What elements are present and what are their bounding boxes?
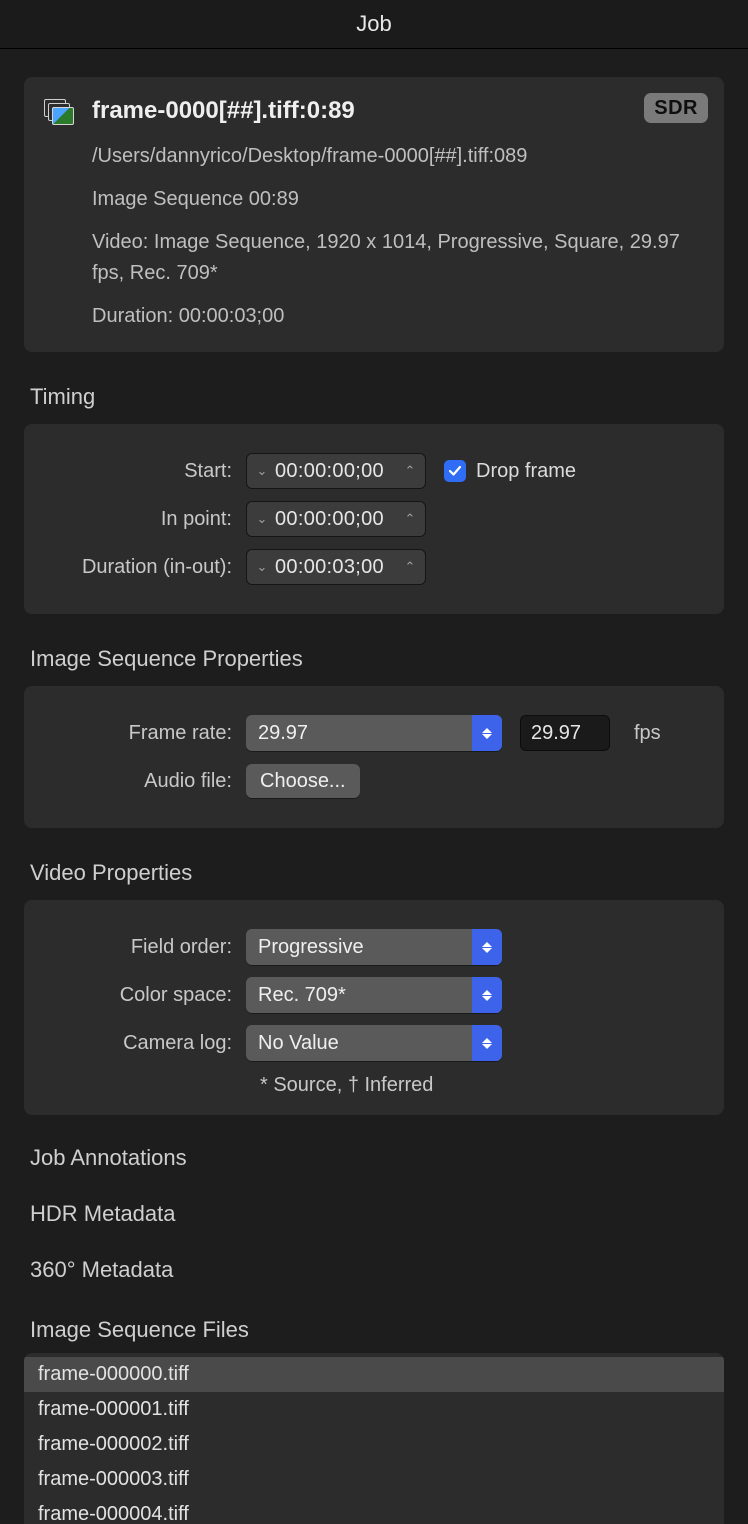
inpoint-stepper[interactable]: ⌄ 00:00:00;00 ⌃ <box>246 501 426 537</box>
hdr-metadata-heading[interactable]: HDR Metadata <box>30 1201 724 1227</box>
start-label: Start: <box>44 460 246 483</box>
job-name: frame-0000[##].tiff:0:89 <box>92 97 355 125</box>
image-sequence-files-list: frame-000000.tiff frame-000001.tiff fram… <box>24 1353 724 1524</box>
framerate-unit: fps <box>634 722 661 745</box>
image-sequence-icon <box>44 99 74 125</box>
colorspace-value: Rec. 709* <box>246 984 472 1007</box>
file-row[interactable]: frame-000000.tiff <box>24 1357 724 1392</box>
cameralog-label: Camera log: <box>44 1032 246 1055</box>
drop-frame-checkbox[interactable]: Drop frame <box>444 460 576 483</box>
stepper-decrement-icon[interactable]: ⌄ <box>255 559 269 575</box>
select-caret-icon <box>472 1025 502 1061</box>
cameralog-value: No Value <box>246 1032 472 1055</box>
duration-value: 00:00:03;00 <box>269 556 403 579</box>
framerate-select-value: 29.97 <box>246 722 472 745</box>
framerate-select[interactable]: 29.97 <box>246 715 502 751</box>
file-row[interactable]: frame-000003.tiff <box>24 1462 724 1497</box>
threesixty-metadata-heading[interactable]: 360° Metadata <box>30 1257 724 1283</box>
stepper-decrement-icon[interactable]: ⌄ <box>255 511 269 527</box>
drop-frame-label: Drop frame <box>476 460 576 483</box>
duration-stepper[interactable]: ⌄ 00:00:03;00 ⌃ <box>246 549 426 585</box>
job-duration: Duration: 00:00:03;00 <box>92 301 704 332</box>
select-caret-icon <box>472 929 502 965</box>
inpoint-value: 00:00:00;00 <box>269 508 403 531</box>
start-time-value: 00:00:00;00 <box>269 460 403 483</box>
fieldorder-select[interactable]: Progressive <box>246 929 502 965</box>
inpoint-label: In point: <box>44 508 246 531</box>
colorspace-label: Color space: <box>44 984 246 1007</box>
checkbox-checked-icon <box>444 460 466 482</box>
duration-label: Duration (in-out): <box>44 556 246 579</box>
stepper-increment-icon[interactable]: ⌃ <box>403 511 417 527</box>
image-sequence-properties-heading: Image Sequence Properties <box>30 646 724 672</box>
stepper-increment-icon[interactable]: ⌃ <box>403 559 417 575</box>
framerate-label: Frame rate: <box>44 722 246 745</box>
audiofile-label: Audio file: <box>44 770 246 793</box>
job-path: /Users/dannyrico/Desktop/frame-0000[##].… <box>92 141 704 172</box>
cameralog-select[interactable]: No Value <box>246 1025 502 1061</box>
job-sequence: Image Sequence 00:89 <box>92 184 704 215</box>
start-time-stepper[interactable]: ⌄ 00:00:00;00 ⌃ <box>246 453 426 489</box>
stepper-decrement-icon[interactable]: ⌄ <box>255 463 269 479</box>
framerate-input[interactable]: 29.97 <box>520 715 610 751</box>
window-title: Job <box>0 0 748 48</box>
video-properties-card: Field order: Progressive Color space: Re… <box>24 900 724 1115</box>
timing-heading: Timing <box>30 384 724 410</box>
select-caret-icon <box>472 977 502 1013</box>
job-video-details: Video: Image Sequence, 1920 x 1014, Prog… <box>92 227 704 289</box>
job-annotations-heading[interactable]: Job Annotations <box>30 1145 724 1171</box>
colorspace-select[interactable]: Rec. 709* <box>246 977 502 1013</box>
select-caret-icon <box>472 715 502 751</box>
file-row[interactable]: frame-000001.tiff <box>24 1392 724 1427</box>
image-sequence-card: Frame rate: 29.97 29.97 fps Audio file: … <box>24 686 724 828</box>
video-properties-heading: Video Properties <box>30 860 724 886</box>
sdr-badge: SDR <box>644 93 708 123</box>
choose-audio-button[interactable]: Choose... <box>246 764 360 798</box>
image-sequence-files-heading: Image Sequence Files <box>30 1317 724 1343</box>
job-info-card: SDR frame-0000[##].tiff:0:89 /Users/dann… <box>24 77 724 352</box>
fieldorder-label: Field order: <box>44 936 246 959</box>
file-row[interactable]: frame-000002.tiff <box>24 1427 724 1462</box>
file-row[interactable]: frame-000004.tiff <box>24 1497 724 1524</box>
stepper-increment-icon[interactable]: ⌃ <box>403 463 417 479</box>
timing-card: Start: ⌄ 00:00:00;00 ⌃ Drop frame In poi… <box>24 424 724 614</box>
video-properties-note: * Source, † Inferred <box>44 1074 704 1097</box>
fieldorder-value: Progressive <box>246 936 472 959</box>
